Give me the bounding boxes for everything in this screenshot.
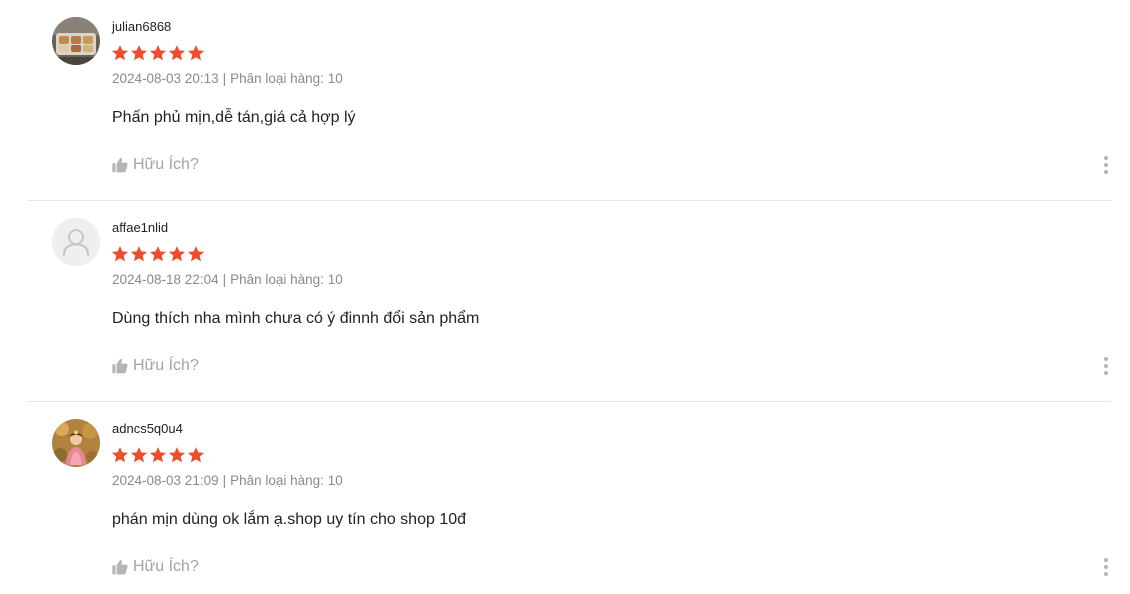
thumbs-up-icon [112, 158, 128, 173]
star-icon [149, 45, 167, 61]
more-options-button[interactable] [1101, 355, 1111, 377]
photo-avatar-icon [52, 419, 100, 467]
rating-stars [111, 44, 205, 62]
helpful-button[interactable]: Hữu Ích? [111, 155, 199, 175]
review-content: phán mịn dùng ok lắm ạ.shop uy tín cho s… [112, 511, 467, 528]
review-meta: 2024-08-03 20:13 | Phân loại hàng: 10 [112, 71, 343, 87]
rating-stars [111, 245, 205, 263]
thumbs-up-icon [112, 560, 128, 575]
star-icon [187, 447, 205, 463]
avatar[interactable] [52, 17, 100, 65]
dot-icon [1104, 364, 1108, 368]
helpful-label: Hữu Ích? [133, 357, 199, 374]
review-meta: 2024-08-18 22:04 | Phân loại hàng: 10 [112, 272, 343, 288]
star-icon [149, 246, 167, 262]
helpful-label: Hữu Ích? [133, 558, 199, 575]
review-username: julian6868 [112, 19, 172, 34]
dot-icon [1104, 163, 1108, 167]
dot-icon [1104, 371, 1108, 375]
star-icon [187, 246, 205, 262]
more-options-button[interactable] [1101, 556, 1111, 578]
review-datetime: 2024-08-18 22:04 [112, 272, 219, 287]
review-content: Dùng thích nha mình chưa có ý đinnh đổi … [112, 310, 480, 327]
review-variation: Phân loại hàng: 10 [230, 272, 343, 287]
meta-separator: | [222, 71, 227, 86]
star-icon [168, 246, 186, 262]
star-icon [111, 45, 129, 61]
dot-icon [1104, 156, 1108, 160]
review-content: Phấn phủ mịn,dễ tán,giá cả hợp lý [112, 109, 356, 126]
dot-icon [1104, 357, 1108, 361]
star-icon [130, 246, 148, 262]
review-datetime: 2024-08-03 20:13 [112, 71, 219, 86]
photo-avatar-icon [52, 17, 100, 65]
dot-icon [1104, 572, 1108, 576]
dot-icon [1104, 565, 1108, 569]
review-meta: 2024-08-03 21:09 | Phân loại hàng: 10 [112, 473, 343, 489]
review-item: affae1nlid 2024-08-18 22:04 | Phân loại hà… [28, 201, 1111, 402]
star-icon [168, 447, 186, 463]
star-icon [111, 246, 129, 262]
review-variation: Phân loại hàng: 10 [230, 71, 343, 86]
star-icon [130, 447, 148, 463]
review-username: adncs5q0u4 [112, 421, 183, 436]
dot-icon [1104, 170, 1108, 174]
helpful-button[interactable]: Hữu Ích? [111, 356, 199, 376]
avatar[interactable] [52, 218, 100, 266]
star-icon [130, 45, 148, 61]
default-user-icon [52, 218, 100, 266]
review-item: adncs5q0u4 2024-08-03 21:09 | Phân loại hà… [28, 402, 1111, 594]
helpful-label: Hữu Ích? [133, 156, 199, 173]
star-icon [168, 45, 186, 61]
star-icon [187, 45, 205, 61]
meta-separator: | [222, 473, 227, 488]
avatar[interactable] [52, 419, 100, 467]
rating-stars [111, 446, 205, 464]
more-options-button[interactable] [1101, 154, 1111, 176]
star-icon [111, 447, 129, 463]
review-item: julian6868 2024-08-03 20:13 | Phân loại hà… [28, 0, 1111, 201]
meta-separator: | [222, 272, 227, 287]
helpful-button[interactable]: Hữu Ích? [111, 557, 199, 577]
star-icon [149, 447, 167, 463]
review-list: julian6868 2024-08-03 20:13 | Phân loại hà… [0, 0, 1130, 594]
thumbs-up-icon [112, 359, 128, 374]
review-variation: Phân loại hàng: 10 [230, 473, 343, 488]
dot-icon [1104, 558, 1108, 562]
review-datetime: 2024-08-03 21:09 [112, 473, 219, 488]
review-username: affae1nlid [112, 220, 169, 235]
